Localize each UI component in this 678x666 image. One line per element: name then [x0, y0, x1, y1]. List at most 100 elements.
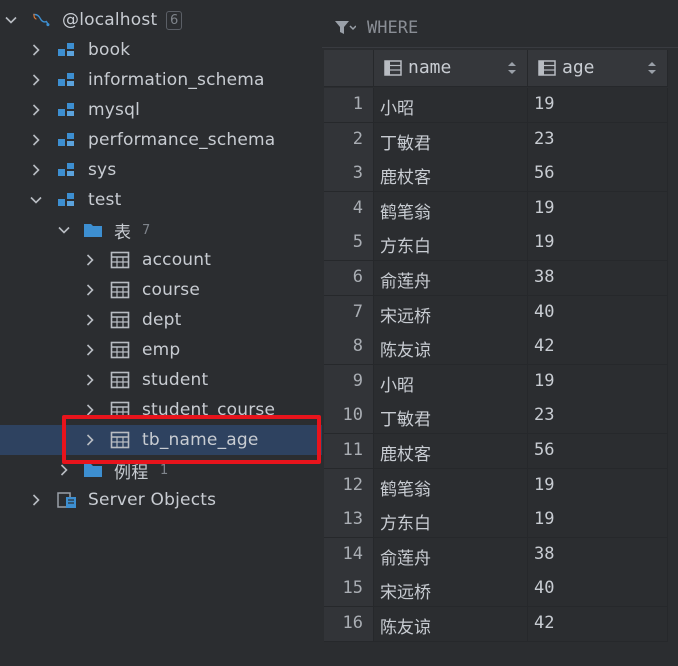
- chevron-down-icon[interactable]: [57, 223, 71, 237]
- filter-icon[interactable]: [334, 19, 356, 37]
- tree-node-table-student-course[interactable]: student_course: [0, 395, 322, 425]
- cell-age[interactable]: 19: [528, 469, 668, 504]
- cell-name[interactable]: 宋远桥: [374, 296, 528, 331]
- column-icon: [384, 60, 402, 76]
- cell-age[interactable]: 42: [528, 607, 668, 642]
- cell-age[interactable]: 19: [528, 226, 668, 261]
- cell-name[interactable]: 宋远桥: [374, 572, 528, 607]
- row-number-text: 16: [342, 613, 363, 633]
- cell-age[interactable]: 38: [528, 538, 668, 573]
- row-number[interactable]: 9: [324, 365, 374, 400]
- cell-name-text: 俞莲舟: [380, 272, 431, 292]
- cell-name[interactable]: 鹿杖客: [374, 434, 528, 469]
- chevron-right-icon[interactable]: [29, 43, 43, 57]
- cell-age[interactable]: 40: [528, 572, 668, 607]
- cell-name[interactable]: 陈友谅: [374, 330, 528, 365]
- row-number[interactable]: 2: [324, 123, 374, 158]
- row-number[interactable]: 3: [324, 157, 374, 192]
- cell-age[interactable]: 23: [528, 123, 668, 158]
- cell-name[interactable]: 俞莲舟: [374, 261, 528, 296]
- row-number[interactable]: 7: [324, 296, 374, 331]
- cell-age[interactable]: 23: [528, 399, 668, 434]
- row-number-text: 12: [342, 475, 363, 495]
- row-number[interactable]: 13: [324, 503, 374, 538]
- chevron-right-icon[interactable]: [83, 373, 97, 387]
- chevron-down-icon[interactable]: [4, 13, 18, 27]
- cell-age-text: 23: [534, 405, 555, 425]
- chevron-right-icon[interactable]: [29, 163, 43, 177]
- cell-name[interactable]: 丁敏君: [374, 123, 528, 158]
- tree-node-routines-folder[interactable]: 例程 1: [0, 455, 322, 485]
- cell-name[interactable]: 方东白: [374, 503, 528, 538]
- cell-age[interactable]: 56: [528, 434, 668, 469]
- cell-name[interactable]: 陈友谅: [374, 607, 528, 642]
- column-header-age[interactable]: age: [528, 50, 668, 87]
- row-number[interactable]: 5: [324, 226, 374, 261]
- row-number[interactable]: 14: [324, 538, 374, 573]
- cell-age-text: 38: [534, 544, 555, 564]
- chevron-right-icon[interactable]: [57, 463, 71, 477]
- cell-name[interactable]: 俞莲舟: [374, 538, 528, 573]
- where-filter-bar[interactable]: WHERE: [322, 0, 678, 48]
- cell-age[interactable]: 40: [528, 296, 668, 331]
- cell-age-text: 38: [534, 267, 555, 287]
- cell-age[interactable]: 19: [528, 192, 668, 227]
- chevron-right-icon[interactable]: [83, 253, 97, 267]
- table-icon: [109, 430, 131, 450]
- tree-node-db-information-schema[interactable]: information_schema: [0, 65, 322, 95]
- sort-icon[interactable]: [507, 61, 517, 75]
- cell-age[interactable]: 38: [528, 261, 668, 296]
- chevron-right-icon[interactable]: [83, 433, 97, 447]
- row-number[interactable]: 10: [324, 399, 374, 434]
- cell-age[interactable]: 19: [528, 88, 668, 123]
- chevron-right-icon[interactable]: [83, 283, 97, 297]
- cell-age[interactable]: 42: [528, 330, 668, 365]
- cell-age-text: 19: [534, 232, 555, 252]
- tree-node-db-sys[interactable]: sys: [0, 155, 322, 185]
- chevron-right-icon[interactable]: [29, 133, 43, 147]
- tree-node-db-book[interactable]: book: [0, 35, 322, 65]
- cell-age[interactable]: 19: [528, 503, 668, 538]
- sort-icon[interactable]: [647, 61, 657, 75]
- cell-age[interactable]: 19: [528, 365, 668, 400]
- cell-name-text: 鹤笔翁: [380, 203, 431, 223]
- tree-node-table-tb-name-age[interactable]: tb_name_age: [0, 425, 322, 455]
- cell-name[interactable]: 鹤笔翁: [374, 469, 528, 504]
- tree-node-table-student[interactable]: student: [0, 365, 322, 395]
- cell-name[interactable]: 丁敏君: [374, 399, 528, 434]
- chevron-right-icon[interactable]: [29, 103, 43, 117]
- row-number[interactable]: 16: [324, 607, 374, 642]
- cell-name[interactable]: 鹤笔翁: [374, 192, 528, 227]
- row-number[interactable]: 4: [324, 192, 374, 227]
- where-label[interactable]: WHERE: [367, 18, 418, 38]
- table-icon: [109, 310, 131, 330]
- chevron-right-icon[interactable]: [83, 313, 97, 327]
- chevron-right-icon[interactable]: [29, 73, 43, 87]
- column-header-name[interactable]: name: [374, 50, 528, 87]
- row-number[interactable]: 6: [324, 261, 374, 296]
- chevron-right-icon[interactable]: [83, 343, 97, 357]
- cell-name[interactable]: 小昭: [374, 88, 528, 123]
- tree-node-db-test[interactable]: test: [0, 185, 322, 215]
- chevron-right-icon[interactable]: [29, 493, 43, 507]
- tree-node-server-objects[interactable]: Server Objects: [0, 485, 322, 515]
- cell-name[interactable]: 小昭: [374, 365, 528, 400]
- tree-node-table-dept[interactable]: dept: [0, 305, 322, 335]
- tree-node-table-account[interactable]: account: [0, 245, 322, 275]
- chevron-right-icon[interactable]: [83, 403, 97, 417]
- row-number[interactable]: 12: [324, 469, 374, 504]
- row-number[interactable]: 8: [324, 330, 374, 365]
- cell-age[interactable]: 56: [528, 157, 668, 192]
- tree-node-db-mysql[interactable]: mysql: [0, 95, 322, 125]
- cell-name[interactable]: 鹿杖客: [374, 157, 528, 192]
- row-number[interactable]: 15: [324, 572, 374, 607]
- tree-node-table-emp[interactable]: emp: [0, 335, 322, 365]
- tree-node-table-course[interactable]: course: [0, 275, 322, 305]
- cell-name[interactable]: 方东白: [374, 226, 528, 261]
- chevron-down-icon[interactable]: [29, 193, 43, 207]
- tree-node-db-performance-schema[interactable]: performance_schema: [0, 125, 322, 155]
- tree-node-connection[interactable]: @localhost 6: [0, 5, 322, 35]
- row-number[interactable]: 1: [324, 88, 374, 123]
- row-number[interactable]: 11: [324, 434, 374, 469]
- tree-node-tables-folder[interactable]: 表 7: [0, 215, 322, 245]
